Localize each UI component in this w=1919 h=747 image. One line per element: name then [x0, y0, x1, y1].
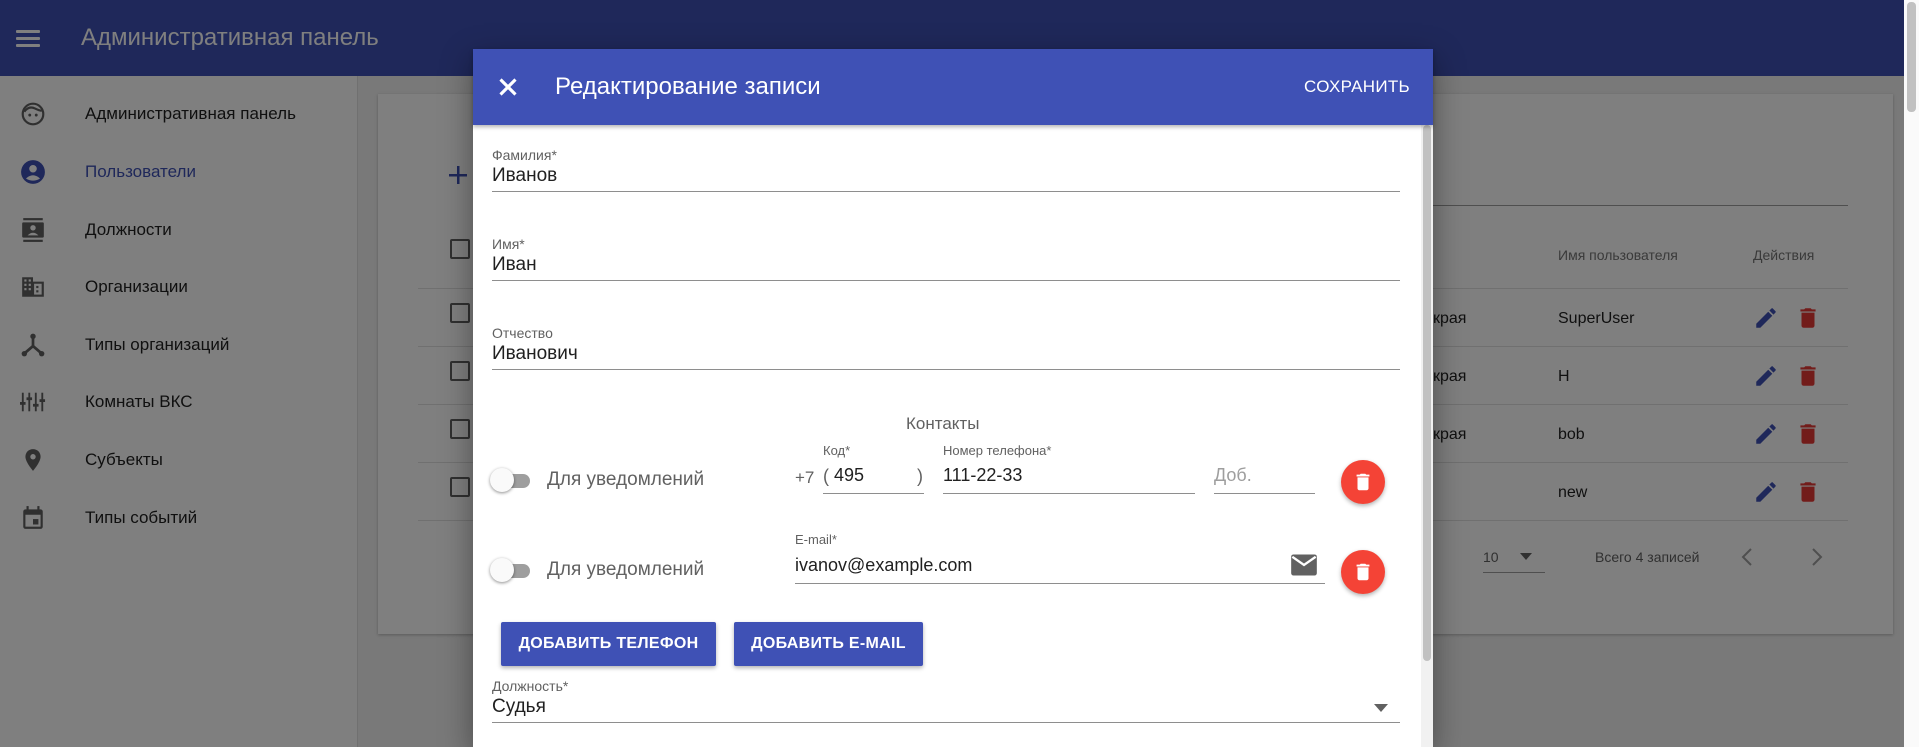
trash-icon [1356, 473, 1370, 491]
area-code-underline [823, 493, 924, 494]
email-value[interactable]: ivanov@example.com [795, 555, 972, 576]
phone-number-value[interactable]: 111-22-33 [943, 465, 1022, 486]
position-select[interactable]: Должность* Судья [492, 678, 1400, 723]
dialog-header: Редактирование записи СОХРАНИТЬ [473, 49, 1433, 125]
dialog-scrollbar[interactable] [1421, 125, 1433, 747]
email-notify-toggle[interactable] [490, 558, 530, 582]
field-underline [492, 369, 1400, 370]
delete-phone-button[interactable] [1341, 460, 1385, 504]
field-underline [492, 191, 1400, 192]
last-name-label: Фамилия* [492, 147, 557, 163]
first-name-field[interactable]: Имя* Иван [492, 236, 1400, 281]
mail-icon [1291, 554, 1317, 576]
area-code-value[interactable]: 495 [834, 465, 864, 486]
extension-underline [1214, 493, 1315, 494]
phone-notify-toggle[interactable] [490, 468, 530, 492]
phone-notify-label: Для уведомлений [547, 469, 705, 490]
paren-open: ( [823, 466, 829, 486]
position-label: Должность* [492, 678, 569, 694]
last-name-value[interactable]: Иванов [492, 165, 557, 187]
extension-input[interactable]: Доб. [1214, 465, 1252, 486]
add-phone-button[interactable]: ДОБАВИТЬ ТЕЛЕФОН [501, 622, 716, 666]
country-code: +7 [795, 468, 815, 487]
last-name-field[interactable]: Фамилия* Иванов [492, 147, 1400, 192]
edit-record-dialog: Редактирование записи СОХРАНИТЬ Фамилия*… [473, 49, 1433, 747]
patronymic-label: Отчество [492, 325, 553, 341]
phone-number-label: Номер телефона* [943, 443, 1052, 458]
add-email-button[interactable]: ДОБАВИТЬ E-MAIL [734, 622, 923, 666]
patronymic-field[interactable]: Отчество Иванович [492, 325, 1400, 370]
page-scrollbar[interactable] [1904, 0, 1919, 747]
first-name-label: Имя* [492, 236, 525, 252]
phone-number-underline [943, 493, 1195, 494]
field-underline [492, 722, 1400, 723]
contacts-section-title: Контакты [906, 414, 980, 433]
paren-close: ) [917, 466, 923, 486]
close-icon[interactable] [493, 72, 523, 102]
field-underline [492, 280, 1400, 281]
position-value[interactable]: Судья [492, 696, 546, 718]
email-label: E-mail* [795, 532, 837, 547]
chevron-down-icon[interactable] [1374, 704, 1388, 712]
email-underline [795, 583, 1325, 584]
first-name-value[interactable]: Иван [492, 254, 537, 276]
trash-icon [1356, 563, 1370, 581]
dialog-title: Редактирование записи [555, 73, 821, 100]
area-code-label: Код* [823, 443, 851, 458]
email-notify-label: Для уведомлений [547, 559, 705, 580]
dialog-body: Фамилия* Иванов Имя* Иван Отчество Ивано… [473, 125, 1421, 747]
save-button[interactable]: СОХРАНИТЬ [1304, 77, 1410, 97]
patronymic-value[interactable]: Иванович [492, 343, 578, 365]
delete-email-button[interactable] [1341, 550, 1385, 594]
